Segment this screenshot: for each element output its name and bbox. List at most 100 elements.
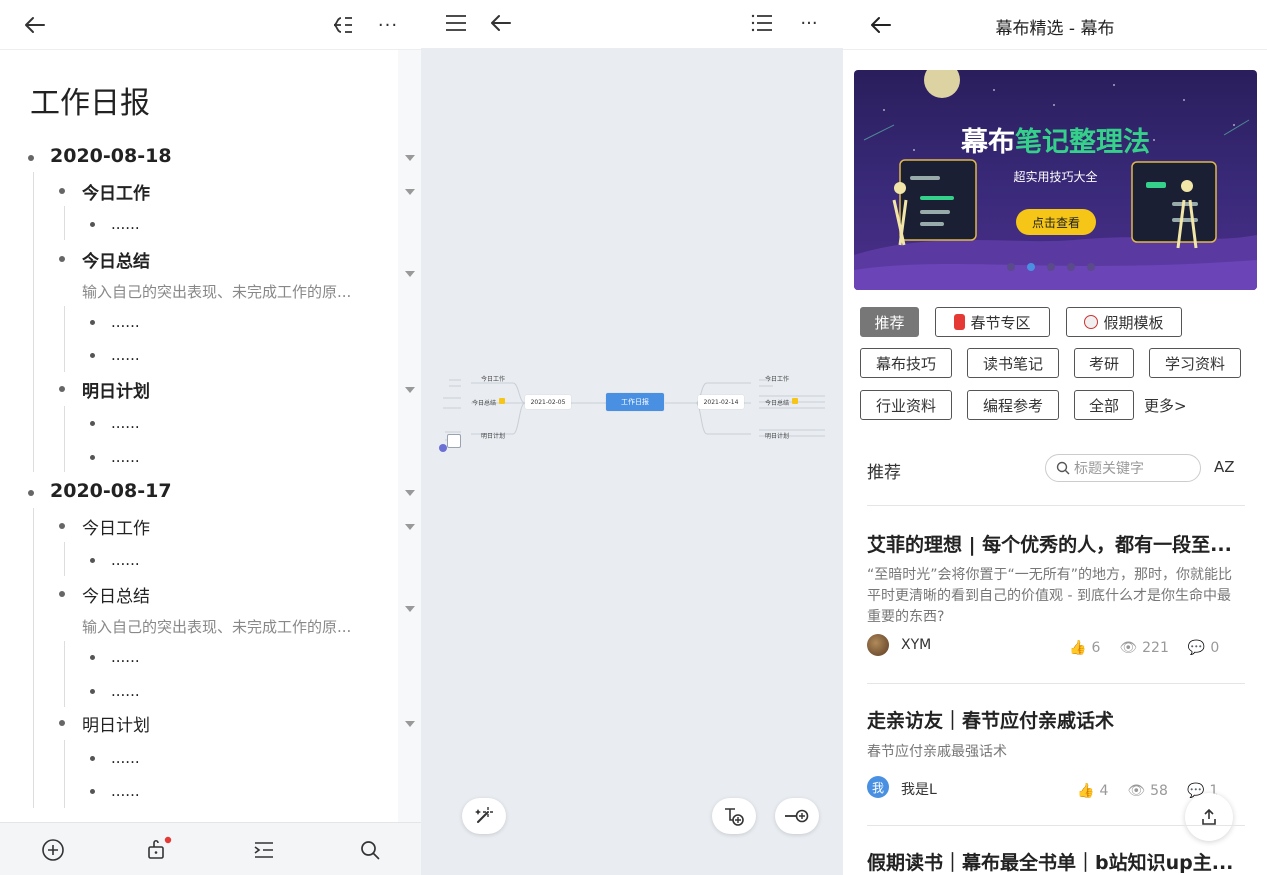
indent-guide [64,641,65,707]
collapse-caret-icon[interactable] [405,721,415,727]
add-subnode-button[interactable] [712,798,756,834]
promo-banner[interactable]: 幕布笔记整理法 超实用技巧大全 点击查看 [854,70,1257,290]
search-input[interactable]: 标题关键字 [1045,454,1201,482]
outline-item[interactable]: ...... [111,682,140,700]
outline-section[interactable]: 今日总结 [82,247,150,272]
discover-header: 幕布精选 - 幕布 [843,0,1267,50]
outline-section[interactable]: 明日计划 [82,711,150,736]
sort-az-icon[interactable]: AZ [1214,458,1235,476]
outline-date[interactable]: 2020-08-18 [50,145,172,167]
outline-item[interactable]: ...... [111,648,140,666]
outline-item[interactable]: ...... [111,346,140,364]
tag-industry[interactable]: 行业资料 [860,390,952,420]
collapsed-node-icon[interactable] [447,434,461,448]
collapse-caret-icon[interactable] [405,524,415,530]
outline-item[interactable]: ...... [111,551,140,569]
thumb-up-icon[interactable]: 👍 [1069,640,1086,656]
article-title[interactable]: 走亲访友｜春节应付亲戚话术 [867,706,1114,733]
mindmap-root-node[interactable]: 工作日报 [606,393,664,411]
outline-note[interactable]: 输入自己的突出表现、未完成工作的原... [82,281,351,302]
indent-guide [64,542,65,576]
tag-spring-festival[interactable]: 春节专区 [935,307,1050,337]
tag-tips[interactable]: 幕布技巧 [860,348,952,378]
add-circle-icon[interactable] [38,835,68,865]
collapse-caret-icon[interactable] [405,387,415,393]
magic-wand-icon [475,807,493,823]
mindmap-date-node[interactable]: 2021-02-05 [525,395,571,409]
outline-section[interactable]: 明日计划 [82,377,150,402]
back-arrow-icon[interactable] [485,8,515,38]
mindmap-branch-node[interactable]: 今日工作 [765,374,789,383]
tag-recommend[interactable]: 推荐 [860,307,919,337]
outline-section[interactable]: 今日总结 [82,582,150,607]
outline-item[interactable]: ...... [111,215,140,233]
outline-view-icon[interactable] [747,8,777,38]
banner-cta-button[interactable]: 点击查看 [1016,209,1096,235]
comment-icon[interactable]: 💬 [1188,640,1205,656]
add-sibling-button[interactable] [775,798,819,834]
carousel-dot-active[interactable] [1027,263,1035,271]
magic-wand-button[interactable] [462,798,506,834]
mindmap-branch-node[interactable]: 明日计划 [765,431,789,440]
tag-label: 春节专区 [970,313,1031,332]
carousel-dot[interactable] [1007,263,1015,271]
menu-icon[interactable] [441,8,471,38]
back-arrow-icon[interactable] [18,10,50,40]
collapse-caret-icon[interactable] [405,606,415,612]
thumb-up-icon[interactable]: 👍 [1077,783,1094,799]
collapse-caret-icon[interactable] [405,271,415,277]
tag-holiday-template[interactable]: 假期模板 [1066,307,1182,337]
mindmap-toggle-icon[interactable] [328,10,358,40]
author-name[interactable]: 我是L [901,779,937,799]
outline-item[interactable]: ...... [111,414,140,432]
outline-item[interactable]: ...... [111,749,140,767]
outline-item[interactable]: ...... [111,782,140,800]
article-title[interactable]: 艾菲的理想 | 每个优秀的人，都有一段至... [867,530,1232,557]
author-name[interactable]: XYM [901,637,931,653]
article-title[interactable]: 假期读书｜幕布最全书单｜b站知识up主... [867,848,1233,875]
note-marker-icon [499,398,505,404]
tag-reading-notes[interactable]: 读书笔记 [967,348,1059,378]
banner-title: 幕布笔记整理法 [854,120,1257,159]
indent-guide [33,508,34,808]
tag-programming[interactable]: 编程参考 [967,390,1059,420]
share-button[interactable] [1185,793,1233,841]
more-icon[interactable]: ··· [372,10,404,40]
outline-date[interactable]: 2020-08-17 [50,480,172,502]
bullet [90,222,95,227]
indent-list-icon[interactable] [249,835,279,865]
tag-study-materials[interactable]: 学习资料 [1149,348,1241,378]
mindmap-branch-node[interactable]: 今日总结 [765,398,789,407]
mindmap-branch-node[interactable]: 今日工作 [481,374,505,383]
collapse-caret-icon[interactable] [405,155,415,161]
more-icon[interactable]: ··· [793,8,825,38]
indent-guide [33,172,34,472]
avatar[interactable] [867,634,889,656]
article-desc[interactable]: “至暗时光”会将你置于“一无所有”的地方，那时，你就能比平时更清晰的看到自己的价… [867,565,1237,628]
outline-section[interactable]: 今日工作 [82,179,150,204]
tag-exam[interactable]: 考研 [1074,348,1134,378]
discover-panel: 幕布精选 - 幕布 幕布笔记整理法 超实用技巧大全 点击查看 推荐 春节专区 假… [843,0,1267,875]
outline-note[interactable]: 输入自己的突出表现、未完成工作的原... [82,616,351,637]
outline-item[interactable]: ...... [111,448,140,466]
mindmap-branch-node[interactable]: 今日总结 [472,398,496,407]
mindmap-branch-node[interactable]: 明日计划 [481,431,505,440]
article-desc[interactable]: 春节应付亲戚最强话术 [867,742,1237,763]
collapse-caret-icon[interactable] [405,189,415,195]
mindmap-date-node[interactable]: 2021-02-14 [698,395,744,409]
lock-icon[interactable] [142,833,176,865]
more-tags-link[interactable]: 更多> [1144,395,1187,416]
carousel-dot[interactable] [1067,263,1075,271]
search-icon[interactable] [355,835,385,865]
tag-all[interactable]: 全部 [1074,390,1134,420]
collapse-caret-icon[interactable] [405,490,415,496]
bullet [59,591,65,597]
outline-item[interactable]: ...... [111,313,140,331]
expand-dot-icon[interactable] [439,444,447,452]
carousel-dot[interactable] [1047,263,1055,271]
view-count: 221 [1142,640,1169,656]
outline-section[interactable]: 今日工作 [82,514,150,539]
avatar[interactable]: 我 [867,776,889,798]
carousel-dot[interactable] [1087,263,1095,271]
bullet [90,558,95,563]
